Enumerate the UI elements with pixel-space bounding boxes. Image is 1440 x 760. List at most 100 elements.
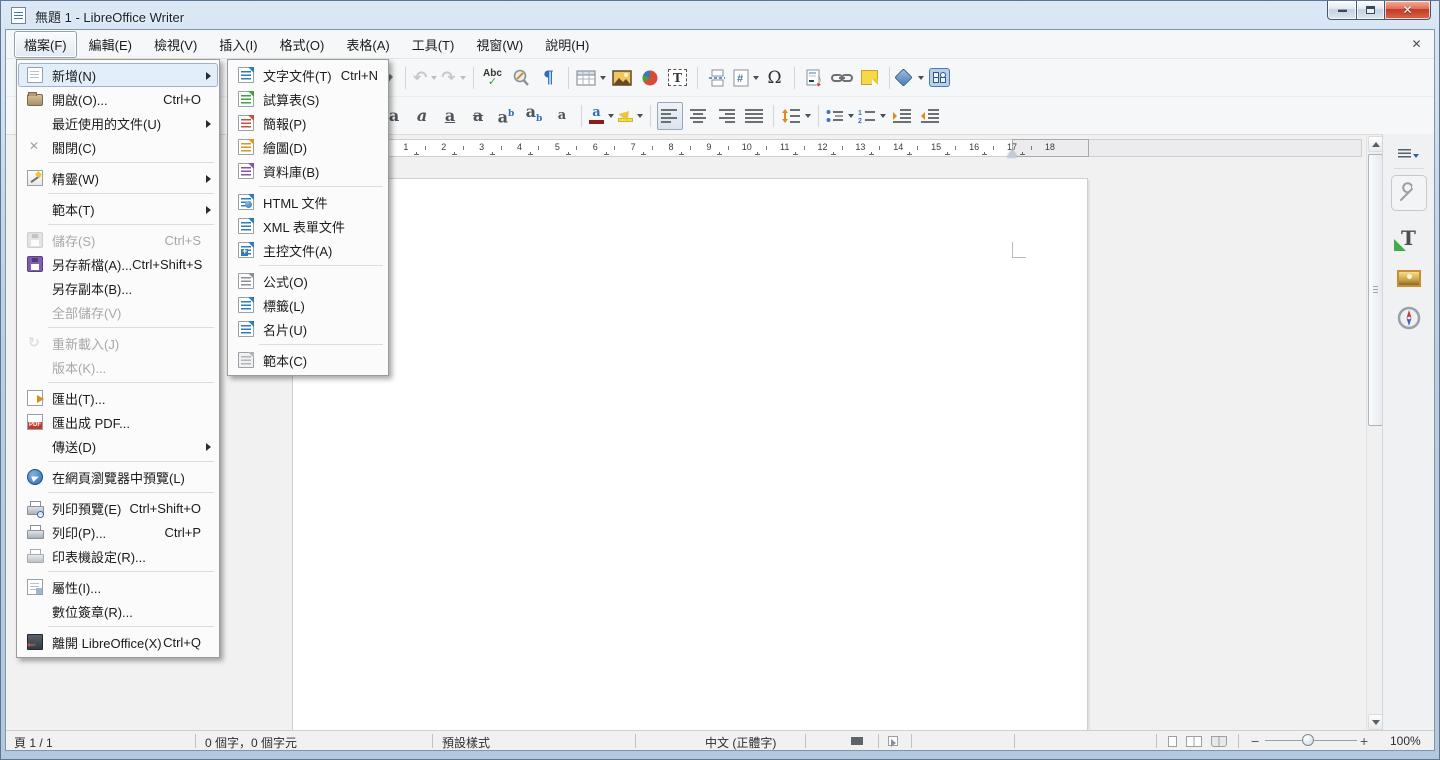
ruler-scale[interactable]: 123456789101112131415161718: [6, 135, 1434, 162]
redo-button[interactable]: ↷: [440, 64, 466, 92]
line-spacing-button[interactable]: [780, 102, 812, 130]
submenu-item-drawing[interactable]: 繪圖(D): [229, 135, 387, 159]
show-draw-functions-button[interactable]: [927, 64, 953, 92]
justify-button[interactable]: [741, 102, 767, 130]
scroll-down-button[interactable]: [1368, 714, 1383, 730]
numbering-dropdown-icon[interactable]: [880, 114, 886, 118]
menubar-item-table[interactable]: 表格(A): [336, 31, 399, 58]
menu-item-properties[interactable]: 屬性(I)...: [18, 575, 218, 599]
font-color-button[interactable]: a: [588, 102, 615, 130]
menu-item-exit[interactable]: 離開 LibreOffice(X)Ctrl+Q: [18, 630, 218, 654]
insert-footnote-button[interactable]: [801, 64, 827, 92]
menu-item-close[interactable]: 關閉(C): [18, 135, 218, 159]
scrollbar-thumb[interactable]: [1368, 154, 1383, 426]
increase-indent-button[interactable]: [889, 102, 915, 130]
zoom-in-icon[interactable]: +: [1360, 733, 1368, 749]
word-count-status[interactable]: 0 個字，0 個字元: [205, 734, 297, 751]
menubar-item-tools[interactable]: 工具(T): [402, 31, 465, 58]
page-style-status[interactable]: 預設樣式: [442, 734, 490, 751]
sidebar-tab-gallery[interactable]: [1394, 265, 1424, 291]
zoom-level-status[interactable]: 100%: [1390, 734, 1421, 748]
menu-item-export[interactable]: 匯出(T)...: [18, 386, 218, 410]
special-character-button[interactable]: Ω: [762, 64, 788, 92]
submenu-item-master-document[interactable]: 主控文件(A): [229, 238, 387, 262]
minimize-button[interactable]: [1327, 1, 1357, 20]
strikethrough-button[interactable]: a: [465, 102, 491, 130]
zoom-slider-thumb[interactable]: [1302, 734, 1314, 746]
menu-item-digital-signatures[interactable]: 數位簽章(R)...: [18, 599, 218, 623]
align-center-button[interactable]: [685, 102, 711, 130]
insert-text-box-button[interactable]: T: [665, 64, 691, 92]
bullets-button[interactable]: [825, 102, 855, 130]
menu-item-recent-documents[interactable]: 最近使用的文件(U): [18, 111, 218, 135]
menu-item-save-copy[interactable]: 另存副本(B)...: [18, 276, 218, 300]
underline-button[interactable]: a: [437, 102, 463, 130]
sidebar-tab-navigator[interactable]: [1394, 305, 1424, 331]
menubar-item-format[interactable]: 格式(O): [270, 31, 335, 58]
menu-item-save-as[interactable]: 另存新檔(A)...Ctrl+Shift+S: [18, 252, 218, 276]
submenu-item-spreadsheet[interactable]: 試算表(S): [229, 87, 387, 111]
zoom-out-icon[interactable]: −: [1251, 733, 1259, 749]
submenu-item-formula[interactable]: 公式(O): [229, 269, 387, 293]
sidebar-tab-styles[interactable]: T: [1394, 225, 1424, 251]
page-number-status[interactable]: 頁 1 / 1: [14, 734, 53, 751]
close-document-icon[interactable]: ✕: [1409, 37, 1424, 52]
menu-item-printer-settings[interactable]: 印表機設定(R)...: [18, 544, 218, 568]
undo-dropdown-icon[interactable]: [431, 76, 437, 80]
align-right-button[interactable]: [713, 102, 739, 130]
menubar-item-insert[interactable]: 插入(I): [209, 31, 267, 58]
menubar-item-help[interactable]: 說明(H): [535, 31, 599, 58]
document-page[interactable]: [292, 178, 1088, 730]
find-replace-button[interactable]: [508, 64, 534, 92]
spelling-button[interactable]: Abc✓: [480, 64, 506, 92]
scroll-up-button[interactable]: [1368, 136, 1383, 152]
insert-comment-button[interactable]: [857, 64, 883, 92]
submenu-item-labels[interactable]: 標籤(L): [229, 293, 387, 317]
shapes-dropdown-icon[interactable]: [918, 76, 924, 80]
selection-mode-icon[interactable]: [888, 736, 898, 746]
subscript-button[interactable]: ab: [521, 102, 547, 130]
sidebar-tab-properties[interactable]: [1391, 175, 1427, 211]
line-spacing-dropdown-icon[interactable]: [805, 114, 811, 118]
submenu-item-database[interactable]: 資料庫(B): [229, 159, 387, 183]
single-page-view-icon[interactable]: [1168, 736, 1177, 747]
menubar-item-view[interactable]: 檢視(V): [144, 31, 207, 58]
menu-item-wizards[interactable]: 精靈(W): [18, 166, 218, 190]
submenu-item-xml-form-document[interactable]: XML 表單文件: [229, 214, 387, 238]
insert-page-break-button[interactable]: [704, 64, 730, 92]
book-view-icon[interactable]: [1211, 736, 1227, 747]
align-left-button[interactable]: [657, 102, 683, 130]
font-color-dropdown-icon[interactable]: [608, 114, 614, 118]
language-status[interactable]: 中文 (正體字): [705, 734, 776, 751]
menubar-item-file[interactable]: 檔案(F): [14, 31, 77, 58]
close-button[interactable]: ✕: [1385, 1, 1431, 20]
no-character-format-button[interactable]: a: [549, 102, 575, 130]
superscript-button[interactable]: ab: [493, 102, 519, 130]
undo-button[interactable]: ↶: [412, 64, 438, 92]
decrease-indent-button[interactable]: [917, 102, 943, 130]
menu-item-open[interactable]: 開啟(O)...Ctrl+O: [18, 87, 218, 111]
menubar-item-window[interactable]: 視窗(W): [466, 31, 533, 58]
insert-chart-button[interactable]: [637, 64, 663, 92]
menu-item-print[interactable]: 列印(P)...Ctrl+P: [18, 520, 218, 544]
maximize-button[interactable]: [1357, 1, 1385, 20]
submenu-item-html-document[interactable]: HTML 文件: [229, 190, 387, 214]
formatting-marks-button[interactable]: ¶: [536, 64, 562, 92]
highlight-color-button[interactable]: [617, 102, 644, 130]
menu-item-print-preview[interactable]: 列印預覽(E)Ctrl+Shift+O: [18, 496, 218, 520]
bullets-dropdown-icon[interactable]: [848, 114, 854, 118]
insert-field-button[interactable]: #: [732, 64, 760, 92]
field-dropdown-icon[interactable]: [753, 76, 759, 80]
insert-table-button[interactable]: [575, 64, 607, 92]
multi-page-view-icon[interactable]: [1186, 736, 1202, 747]
highlight-dropdown-icon[interactable]: [637, 114, 643, 118]
submenu-item-presentation[interactable]: 簡報(P): [229, 111, 387, 135]
insert-hyperlink-button[interactable]: [829, 64, 855, 92]
sidebar-settings-button[interactable]: [1398, 148, 1419, 158]
menu-item-export-pdf[interactable]: 匯出成 PDF...: [18, 410, 218, 434]
menubar-item-edit[interactable]: 編輯(E): [79, 31, 142, 58]
submenu-item-templates[interactable]: 範本(C): [229, 348, 387, 372]
numbering-button[interactable]: 12: [857, 102, 887, 130]
submenu-item-business-cards[interactable]: 名片(U): [229, 317, 387, 341]
redo-dropdown-icon[interactable]: [460, 76, 466, 80]
